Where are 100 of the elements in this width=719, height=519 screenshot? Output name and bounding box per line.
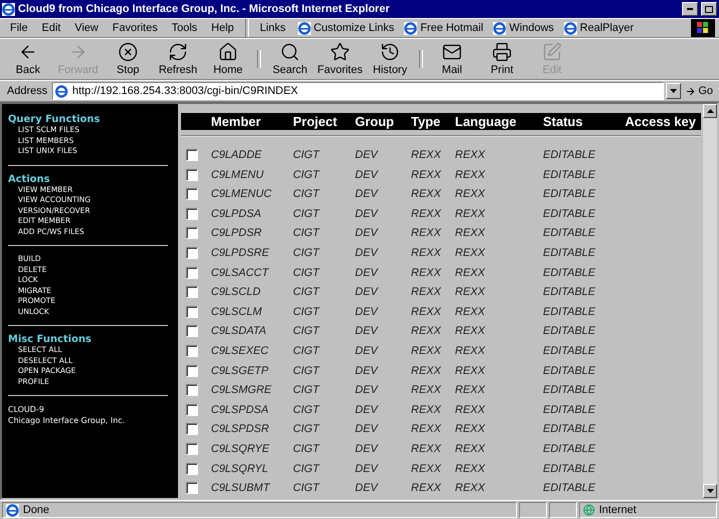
refresh-button[interactable]: Refresh [154,39,202,79]
table-cell-text: REXX [455,462,486,475]
menu-item[interactable]: Help [205,20,240,36]
table-cell-text: REXX [411,364,442,377]
menu-item[interactable]: Edit [36,20,67,36]
table-cell-text: CIGT [293,325,321,338]
link-item[interactable]: Free Hotmail [400,20,488,36]
table-cell-text: DEV [355,208,380,220]
row-checkbox[interactable] [186,462,198,475]
table-cell-text: DEV [355,423,380,436]
table-cell-text: C9LSPDSA [211,404,270,416]
status-text: Done [2,502,517,518]
row-checkbox[interactable] [186,443,198,456]
table-cell-text: REXX [455,423,486,436]
table-cell-text: DEV [355,345,380,358]
footer-text: CLOUD-9 [8,404,46,415]
address-field[interactable]: http://192.168.254.33:8003/cgi-bin/C9RINDEX [52,82,664,100]
table-cell-text: EDITABLE [543,208,596,220]
row-checkbox[interactable] [186,208,198,220]
minimize-button[interactable] [682,2,698,16]
table-cell-text: C9LSGETP [211,364,270,377]
search-button[interactable]: Search [266,39,314,79]
table-cell-text: REXX [411,247,442,260]
table-cell-text: C9LMENU [211,168,265,181]
ie-logo-icon [2,2,15,16]
dropdown-button[interactable] [666,83,682,99]
table-cell-text: DEV [355,306,380,318]
ie-logo-icon [564,22,577,34]
table-cell-text: CIGT [293,208,321,220]
scroll-up-button[interactable] [703,104,717,118]
menu-item[interactable]: Favorites [106,20,164,36]
table-cell-text: DEV [355,404,380,416]
row-checkbox[interactable] [186,482,198,494]
table-cell-text: CIGT [293,149,321,162]
link-item[interactable]: Windows [489,20,558,36]
scrollbar[interactable] [703,104,717,498]
print-button[interactable]: Print [478,39,526,79]
table-cell-text: REXX [411,345,442,358]
row-checkbox[interactable] [186,168,198,181]
back-button[interactable]: Back [4,39,52,79]
row-checkbox[interactable] [186,227,198,240]
table-cell-text: CIGT [293,168,321,181]
table-cell-text: C9LSUBMT [211,482,272,494]
table-cell-text: EDITABLE [543,423,596,436]
table-cell-text: C9LSEXEC [211,345,270,358]
row-checkbox[interactable] [186,247,198,260]
row-checkbox[interactable] [186,149,198,162]
scroll-down-icon [670,89,678,93]
history-button[interactable]: History [366,39,414,79]
table-cell-text: REXX [411,384,442,396]
row-checkbox[interactable] [186,306,198,318]
row-checkbox[interactable] [186,266,198,279]
row-checkbox[interactable] [186,345,198,358]
table-cell-text: DEV [355,247,380,260]
menu-item[interactable]: View [68,20,104,36]
table-cell-text: REXX [455,266,486,279]
menu-item[interactable]: Tools [166,20,204,36]
row-checkbox[interactable] [186,404,198,416]
menu-item[interactable]: File [4,20,34,36]
mail-button[interactable]: Mail [428,39,476,79]
status-pane [519,502,547,518]
favorites-button[interactable]: Favorites [316,39,364,79]
table-cell-text: C9LPDSA [211,208,262,220]
table-cell-text: REXX [455,247,486,260]
table-cell-text: DEV [355,227,380,240]
history-icon [380,42,400,62]
table-cell-text: REXX [411,462,442,475]
ie-logo-icon [6,504,19,516]
row-checkbox[interactable] [186,364,198,377]
table-cell-text: REXX [411,404,442,416]
scroll-down-icon [706,489,714,493]
table-cell-text: CIGT [293,384,321,396]
row-checkbox[interactable] [186,384,198,396]
maximize-button[interactable] [701,2,717,16]
row-checkbox[interactable] [186,423,198,436]
home-button[interactable]: Home [204,39,252,79]
scroll-down-button[interactable] [703,484,717,498]
table-cell-text: REXX [411,188,442,200]
link-item[interactable]: Customize Links [294,20,398,36]
link-item[interactable]: RealPlayer [560,20,638,36]
table-cell-text: C9LSACCT [211,266,270,279]
table-cell-text: C9LSDATA [211,325,268,338]
table-cell-text: REXX [455,306,486,318]
table-cell-text: CIGT [293,306,321,318]
row-checkbox[interactable] [186,325,198,338]
go-button[interactable]: Go [683,85,715,97]
stop-button[interactable]: Stop [104,39,152,79]
row-checkbox[interactable] [186,286,198,298]
table-cell-text: C9LSCLM [211,306,263,318]
table-cell-text: CIGT [293,423,321,436]
table-cell-text: REXX [455,325,486,338]
table-cell-text: CIGT [293,364,321,377]
edit-icon [542,42,562,62]
table-cell-text: C9LSPDSR [211,423,270,436]
table-cell-text: REXX [411,306,442,318]
table-cell-text: REXX [411,266,442,279]
table-cell-text: C9LPDSRE [211,247,270,260]
column-header: Type [411,114,442,130]
row-checkbox[interactable] [186,188,198,200]
table-cell-text: CIGT [293,286,321,298]
